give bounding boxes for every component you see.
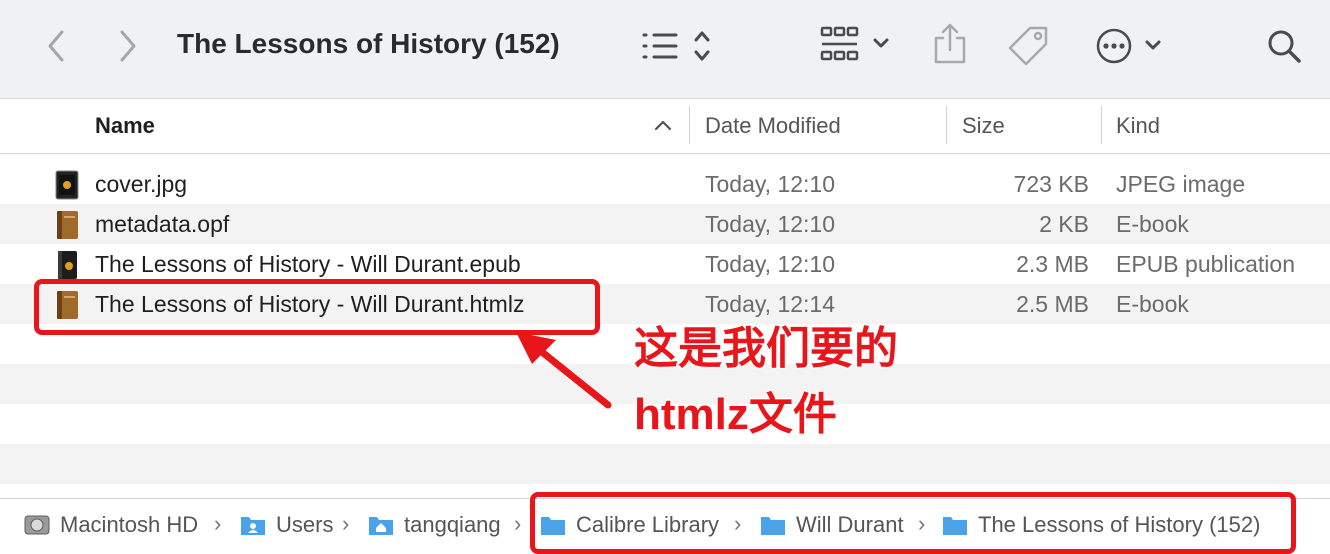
share-button[interactable] (930, 22, 970, 66)
users-folder-icon (241, 517, 265, 535)
more-actions-button[interactable] (1094, 26, 1166, 66)
path-separator-icon: › (214, 511, 222, 536)
chevron-right-icon (120, 30, 136, 62)
hard-drive-icon (24, 515, 50, 535)
chevron-left-icon (48, 30, 64, 62)
search-icon (1268, 30, 1301, 63)
tag-button[interactable] (1006, 24, 1050, 68)
file-name: The Lessons of History - Will Durant.epu… (95, 251, 521, 277)
toolbar: The Lessons of History (152) (0, 0, 1330, 99)
window-title: The Lessons of History (152) (177, 28, 560, 59)
file-date: Today, 12:10 (705, 211, 836, 237)
htmlz-highlight-box (34, 279, 600, 335)
group-button[interactable] (818, 24, 894, 66)
path-item-label: Macintosh HD (60, 512, 199, 537)
forward-button[interactable] (112, 28, 144, 64)
path-item-macintosh-hd[interactable]: Macintosh HD (24, 499, 198, 551)
column-divider[interactable] (689, 106, 690, 144)
view-options-button[interactable] (640, 28, 716, 64)
path-item-users[interactable]: Users (240, 499, 333, 551)
file-kind: EPUB publication (1116, 251, 1295, 277)
grid-group-icon (820, 26, 889, 61)
path-highlight-box (530, 492, 1296, 554)
jpeg-file-icon (55, 170, 79, 200)
column-name-header[interactable]: Name (95, 99, 155, 153)
path-item-label: Users (276, 512, 334, 537)
file-date: Today, 12:10 (705, 251, 836, 277)
file-kind: JPEG image (1116, 171, 1246, 197)
list-view-icon (642, 31, 710, 61)
file-kind: E-book (1116, 211, 1189, 237)
column-size-header[interactable]: Size (962, 99, 1005, 153)
column-divider[interactable] (946, 106, 947, 144)
path-item-tangqiang[interactable]: tangqiang (368, 499, 501, 551)
annotation-line-1: 这是我们要的 (634, 324, 898, 373)
path-item-label: tangqiang (404, 512, 501, 537)
annotation-line-2: htmlz文件 (634, 390, 837, 439)
share-icon (934, 23, 966, 64)
empty-row (0, 444, 1330, 484)
file-size: 2 KB (1039, 211, 1089, 237)
sort-ascending-icon[interactable] (654, 119, 672, 131)
back-button[interactable] (40, 28, 72, 64)
ebook-file-icon (57, 211, 78, 239)
epub-file-icon (58, 251, 77, 279)
search-button[interactable] (1264, 26, 1304, 66)
column-header: Name Date Modified Size Kind (0, 99, 1330, 154)
file-date: Today, 12:10 (705, 171, 836, 197)
path-separator-icon: › (514, 511, 522, 536)
file-size: 2.5 MB (1016, 291, 1089, 317)
column-divider[interactable] (1101, 106, 1102, 144)
path-separator-icon: › (342, 511, 350, 536)
column-date-header[interactable]: Date Modified (705, 99, 841, 153)
file-row[interactable]: metadata.opf Today, 12:10 2 KB E-book (0, 204, 1330, 244)
file-name: cover.jpg (95, 171, 188, 197)
home-folder-icon (369, 517, 393, 535)
file-row[interactable]: The Lessons of History - Will Durant.epu… (0, 244, 1330, 284)
file-row[interactable]: cover.jpg Today, 12:10 723 KB JPEG image (0, 164, 1330, 204)
file-size: 723 KB (1013, 171, 1089, 197)
ellipsis-circle-icon (1096, 28, 1161, 64)
file-name: metadata.opf (95, 211, 230, 237)
tag-icon (1008, 26, 1048, 66)
file-size: 2.3 MB (1016, 251, 1089, 277)
column-kind-header[interactable]: Kind (1116, 99, 1160, 153)
file-kind: E-book (1116, 291, 1189, 317)
annotation-arrow (516, 332, 612, 409)
